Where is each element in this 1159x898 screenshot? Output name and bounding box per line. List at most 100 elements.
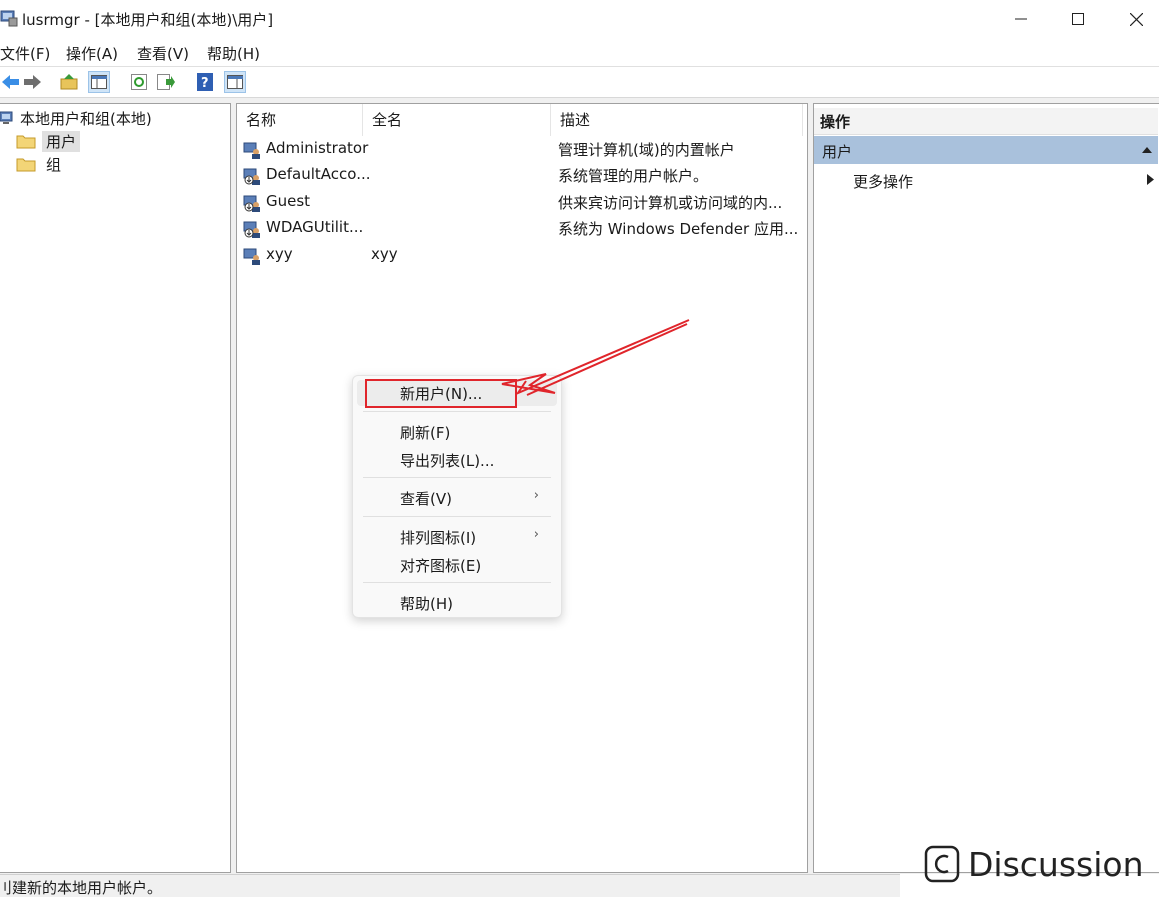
menu-help[interactable]: 帮助(H) — [207, 43, 260, 64]
action-pane-header: 操作 — [814, 108, 1158, 135]
close-icon — [1129, 12, 1143, 26]
menu-action[interactable]: 操作(A) — [66, 43, 118, 64]
column-header-description[interactable]: 描述 — [551, 104, 803, 136]
disabled-user-icon — [243, 168, 260, 185]
user-description: 系统管理的用户帐户。 — [558, 167, 709, 185]
submenu-chevron-icon: › — [533, 527, 539, 542]
user-name: WDAGUtilit... — [266, 218, 364, 236]
minimize-icon — [1015, 18, 1027, 20]
action-section-label: 用户 — [822, 143, 853, 161]
table-row[interactable]: Guest 供来宾访问计算机或访问域的内... — [237, 189, 807, 215]
submenu-arrow-icon — [1147, 174, 1154, 185]
disabled-user-icon — [243, 221, 260, 238]
user-name: Guest — [266, 192, 311, 210]
action-pane: 操作 用户 更多操作 — [813, 103, 1159, 873]
tree-item-users-label: 用户 — [42, 130, 81, 152]
table-row[interactable]: WDAGUtilit... 系统为 Windows Defender 应用... — [237, 215, 807, 241]
export-list-icon — [157, 74, 175, 90]
user-icon — [243, 142, 260, 159]
help-icon: ? — [197, 73, 213, 91]
forward-button[interactable] — [22, 71, 44, 93]
context-menu-item-export-list[interactable]: 导出列表(L)... — [357, 447, 557, 473]
back-button[interactable] — [0, 71, 22, 93]
column-header-fullname[interactable]: 全名 — [363, 104, 551, 136]
refresh-icon — [131, 74, 147, 90]
toolbar: ? — [0, 67, 1159, 98]
back-arrow-icon — [2, 75, 19, 89]
forward-arrow-icon — [24, 75, 41, 89]
menu-view[interactable]: 查看(V) — [137, 43, 189, 64]
watermark-text: Discussion — [968, 844, 1144, 884]
table-row[interactable]: Administrator 管理计算机(域)的内置帐户 — [237, 136, 807, 162]
action-pane-title: 操作 — [820, 113, 851, 131]
close-button[interactable] — [1107, 0, 1159, 38]
maximize-icon — [1072, 13, 1084, 25]
user-description: 供来宾访问计算机或访问域的内... — [558, 194, 783, 212]
title-bar: lusrmgr - [本地用户和组(本地)\用户] — [0, 0, 1159, 38]
folder-icon — [16, 135, 36, 149]
tree-pane: 本地用户和组(本地) 用户 组 — [0, 103, 231, 873]
tree-root[interactable]: 本地用户和组(本地) — [0, 107, 152, 129]
context-menu-item-new-user[interactable]: 新用户(N)... — [357, 380, 557, 406]
menu-separator — [363, 582, 551, 583]
action-section-users[interactable]: 用户 — [814, 136, 1158, 164]
status-bar: 刂建新的本地用户帐户。 — [0, 874, 900, 897]
more-actions-item[interactable]: 更多操作 — [814, 168, 1158, 192]
context-menu-item-label: 排列图标(I) — [400, 529, 477, 547]
status-text: 刂建新的本地用户帐户。 — [0, 879, 163, 897]
context-menu-item-line-up-icons[interactable]: 对齐图标(E) — [357, 552, 557, 578]
user-fullname: xyy — [371, 245, 398, 263]
user-icon — [243, 248, 260, 265]
user-name: DefaultAcco... — [266, 165, 371, 183]
menu-bar: 文件(F) 操作(A) 查看(V) 帮助(H) — [0, 38, 1159, 67]
menu-separator — [363, 477, 551, 478]
user-description: 系统为 Windows Defender 应用... — [558, 220, 799, 238]
table-row[interactable]: xyy xyy — [237, 242, 807, 268]
user-name: Administrator — [266, 139, 369, 157]
computer-management-icon — [0, 9, 18, 27]
help-button[interactable]: ? — [194, 71, 216, 93]
collapse-icon — [1142, 147, 1152, 153]
tree-root-label: 本地用户和组(本地) — [20, 109, 152, 128]
menu-file[interactable]: 文件(F) — [0, 43, 50, 64]
local-users-groups-icon — [0, 111, 13, 124]
show-hide-tree-icon — [91, 75, 107, 89]
context-menu-item-label: 导出列表(L)... — [400, 452, 495, 470]
column-header-name[interactable]: 名称 — [237, 104, 363, 136]
context-menu-item-label: 刷新(F) — [400, 424, 451, 442]
window-title: lusrmgr - [本地用户和组(本地)\用户] — [22, 11, 274, 29]
context-menu-item-label: 对齐图标(E) — [400, 557, 482, 575]
context-menu-item-arrange-icons[interactable]: 排列图标(I) › — [357, 524, 557, 550]
refresh-button[interactable] — [128, 71, 150, 93]
discussion-watermark: Discussion — [924, 844, 1144, 884]
user-name: xyy — [266, 245, 293, 263]
disabled-user-icon — [243, 195, 260, 212]
context-menu-item-label: 查看(V) — [400, 490, 452, 508]
export-list-button[interactable] — [155, 71, 177, 93]
menu-separator — [363, 516, 551, 517]
context-menu-item-view[interactable]: 查看(V) › — [357, 485, 557, 511]
tree-item-groups-label: 组 — [46, 155, 62, 174]
context-menu-item-label: 新用户(N)... — [400, 385, 483, 403]
menu-separator — [363, 411, 551, 412]
tree-item-users[interactable]: 用户 — [14, 130, 81, 152]
show-hide-tree-button[interactable] — [88, 71, 110, 93]
svg-text:?: ? — [201, 76, 209, 91]
context-menu-item-refresh[interactable]: 刷新(F) — [357, 419, 557, 445]
maximize-button[interactable] — [1049, 0, 1107, 38]
discussion-logo-icon — [924, 845, 960, 883]
show-hide-action-pane-icon — [227, 75, 243, 89]
more-actions-label: 更多操作 — [853, 173, 914, 191]
submenu-chevron-icon: › — [533, 488, 539, 503]
up-one-level-button[interactable] — [58, 71, 80, 93]
context-menu: 新用户(N)... 刷新(F) 导出列表(L)... 查看(V) › 排列图标(… — [352, 375, 562, 618]
user-description: 管理计算机(域)的内置帐户 — [558, 141, 735, 159]
minimize-button[interactable] — [992, 0, 1050, 38]
up-folder-icon — [60, 74, 78, 90]
context-menu-item-label: 帮助(H) — [400, 595, 453, 613]
folder-icon — [16, 158, 36, 172]
tree-item-groups[interactable]: 组 — [14, 153, 65, 175]
context-menu-item-help[interactable]: 帮助(H) — [357, 590, 557, 616]
table-row[interactable]: DefaultAcco... 系统管理的用户帐户。 — [237, 162, 807, 188]
show-hide-action-pane-button[interactable] — [224, 71, 246, 93]
